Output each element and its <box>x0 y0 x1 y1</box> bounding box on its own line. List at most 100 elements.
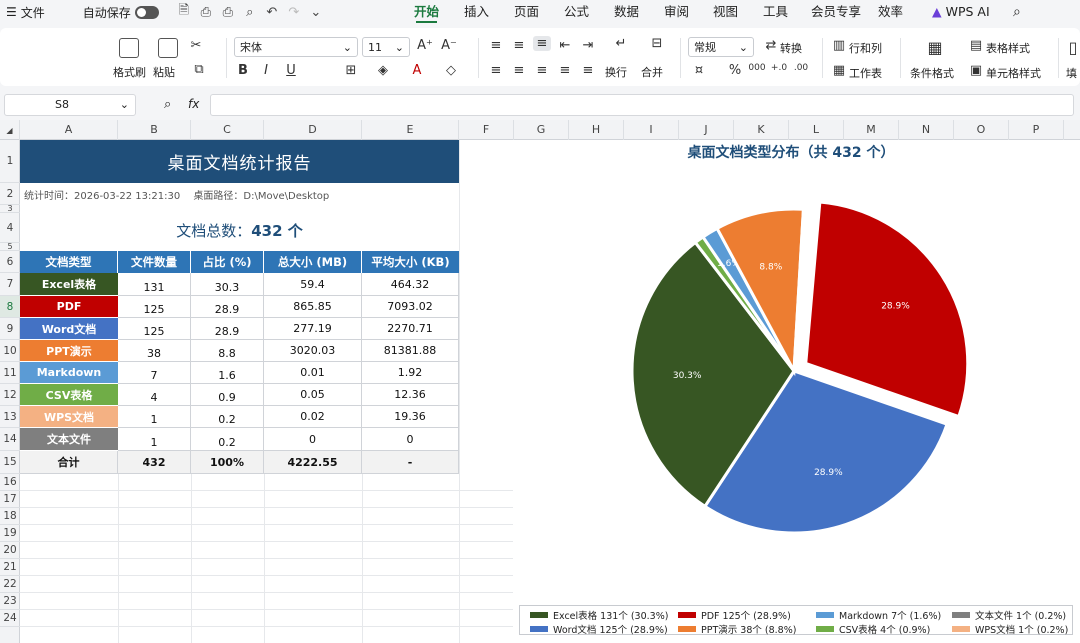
row-header[interactable]: 9 <box>0 318 20 340</box>
tab-page[interactable]: 页面 <box>514 0 539 24</box>
total-row-pct[interactable]: 100% <box>191 451 264 474</box>
fill-icon[interactable]: ▯ <box>1064 38 1080 57</box>
indent-increase-icon[interactable]: ⇥ <box>579 38 597 53</box>
type-cell[interactable]: WPS文档 <box>20 406 118 428</box>
pct-cell[interactable]: 30.3 <box>191 273 264 296</box>
size-cell[interactable]: 0 <box>264 428 362 451</box>
worksheet-icon[interactable]: ▦ <box>830 63 848 78</box>
count-cell[interactable]: 1 <box>118 428 191 451</box>
avg-cell[interactable]: 19.36 <box>362 406 459 428</box>
legend-item[interactable]: PDF 125个 (28.9%) <box>678 608 791 622</box>
col-header-k[interactable]: K <box>734 120 789 140</box>
tab-home[interactable]: 开始 <box>414 0 439 24</box>
row-header[interactable]: 21 <box>0 559 20 576</box>
avg-cell[interactable]: 0 <box>362 428 459 451</box>
tab-wps-ai[interactable]: ▲ WPS AI <box>932 0 990 24</box>
decimal-decrease-icon[interactable]: .00 <box>792 63 810 73</box>
type-cell[interactable]: Markdown <box>20 362 118 384</box>
decimal-increase-icon[interactable]: +.0 <box>770 63 788 73</box>
row-header[interactable]: 1 <box>0 140 20 183</box>
align-middle-icon[interactable]: ≡ <box>510 38 528 53</box>
pct-cell[interactable]: 28.9 <box>191 318 264 340</box>
size-cell[interactable]: 865.85 <box>264 296 362 318</box>
count-cell[interactable]: 1 <box>118 406 191 428</box>
row-header[interactable]: 17 <box>0 491 20 508</box>
cell-style-icon[interactable]: ▣ <box>967 63 985 78</box>
fill-button[interactable]: 填 <box>1066 65 1077 81</box>
paste-button[interactable]: 粘贴 <box>153 64 175 80</box>
tab-tools[interactable]: 工具 <box>763 0 788 24</box>
tab-data[interactable]: 数据 <box>614 0 639 24</box>
distributed-icon[interactable]: ≡ <box>579 63 597 78</box>
cell-style-button[interactable]: 单元格样式 <box>986 65 1041 81</box>
avg-cell[interactable]: 2270.71 <box>362 318 459 340</box>
increase-font-icon[interactable]: A⁺ <box>416 38 434 53</box>
font-color-icon[interactable]: A <box>408 63 426 78</box>
col-header-d[interactable]: D <box>264 120 362 140</box>
pct-cell[interactable]: 0.2 <box>191 406 264 428</box>
size-cell[interactable]: 3020.03 <box>264 340 362 362</box>
legend-item[interactable]: Word文档 125个 (28.9%) <box>530 622 668 636</box>
type-cell[interactable]: Excel表格 <box>20 273 118 296</box>
worksheet-button[interactable]: 工作表 <box>849 65 882 81</box>
row-header[interactable]: 10 <box>0 340 20 362</box>
type-cell[interactable]: CSV表格 <box>20 384 118 406</box>
tab-formulas[interactable]: 公式 <box>564 0 589 24</box>
row-header[interactable]: 5 <box>0 243 20 251</box>
merge-button[interactable]: 合并 <box>641 64 663 80</box>
cut-icon[interactable]: ✂ <box>187 38 205 53</box>
row-header[interactable]: 7 <box>0 273 20 296</box>
convert-button[interactable]: 转换 <box>780 40 802 56</box>
redo-icon[interactable]: ↷ <box>283 5 305 20</box>
row-header[interactable]: 15 <box>0 451 20 474</box>
border-icon[interactable]: ⊞ <box>342 63 360 78</box>
select-all-corner[interactable]: ◢ <box>0 120 20 140</box>
search-icon[interactable]: ⌕ <box>1013 0 1021 24</box>
type-cell[interactable]: PDF <box>20 296 118 318</box>
convert-icon[interactable]: ⇄ <box>762 38 780 53</box>
row-header[interactable]: 8 <box>0 296 20 318</box>
total-row-label[interactable]: 合计 <box>20 451 118 474</box>
row-header[interactable]: 11 <box>0 362 20 384</box>
underline-icon[interactable]: U <box>282 63 300 78</box>
type-cell[interactable]: 文本文件 <box>20 428 118 451</box>
row-header[interactable]: 18 <box>0 508 20 525</box>
size-cell[interactable]: 59.4 <box>264 273 362 296</box>
autosave-toggle[interactable]: 自动保存 <box>77 0 165 24</box>
indent-decrease-icon[interactable]: ⇤ <box>556 38 574 53</box>
count-cell[interactable]: 4 <box>118 384 191 406</box>
size-cell[interactable]: 277.19 <box>264 318 362 340</box>
size-cell[interactable]: 0.02 <box>264 406 362 428</box>
tab-member[interactable]: 会员专享 <box>811 0 861 24</box>
pct-cell[interactable]: 1.6 <box>191 362 264 384</box>
wrap-text-icon[interactable]: ↵ <box>612 36 630 51</box>
type-cell[interactable]: PPT演示 <box>20 340 118 362</box>
font-size-select[interactable]: 11 ⌄ <box>362 37 410 57</box>
size-cell[interactable]: 0.01 <box>264 362 362 384</box>
count-cell[interactable]: 125 <box>118 318 191 340</box>
col-header-c[interactable]: C <box>191 120 264 140</box>
avg-cell[interactable]: 464.32 <box>362 273 459 296</box>
format-painter-button[interactable]: 格式刷 <box>113 64 146 80</box>
align-top-icon[interactable]: ≡ <box>487 38 505 53</box>
legend-item[interactable]: CSV表格 4个 (0.9%) <box>816 622 930 636</box>
row-header[interactable]: 2 <box>0 183 20 205</box>
col-header-f[interactable]: F <box>459 120 514 140</box>
italic-icon[interactable]: I <box>257 63 275 78</box>
col-header-m[interactable]: M <box>844 120 899 140</box>
total-row-avg[interactable]: - <box>362 451 459 474</box>
row-header[interactable]: 13 <box>0 406 20 428</box>
row-header[interactable]: 6 <box>0 251 20 273</box>
count-cell[interactable]: 125 <box>118 296 191 318</box>
format-painter-icon[interactable] <box>119 38 139 58</box>
legend-item[interactable]: WPS文档 1个 (0.2%) <box>952 622 1068 636</box>
export-pdf-icon[interactable]: ⎙ <box>195 5 217 20</box>
conditional-format-icon[interactable]: ▦ <box>926 38 944 57</box>
tab-insert[interactable]: 插入 <box>464 0 489 24</box>
table-style-button[interactable]: 表格样式 <box>986 40 1030 56</box>
pct-cell[interactable]: 28.9 <box>191 296 264 318</box>
wrap-text-button[interactable]: 换行 <box>605 64 627 80</box>
col-header-j[interactable]: J <box>679 120 734 140</box>
col-header-n[interactable]: N <box>899 120 954 140</box>
tab-efficiency[interactable]: 效率 <box>878 0 903 24</box>
